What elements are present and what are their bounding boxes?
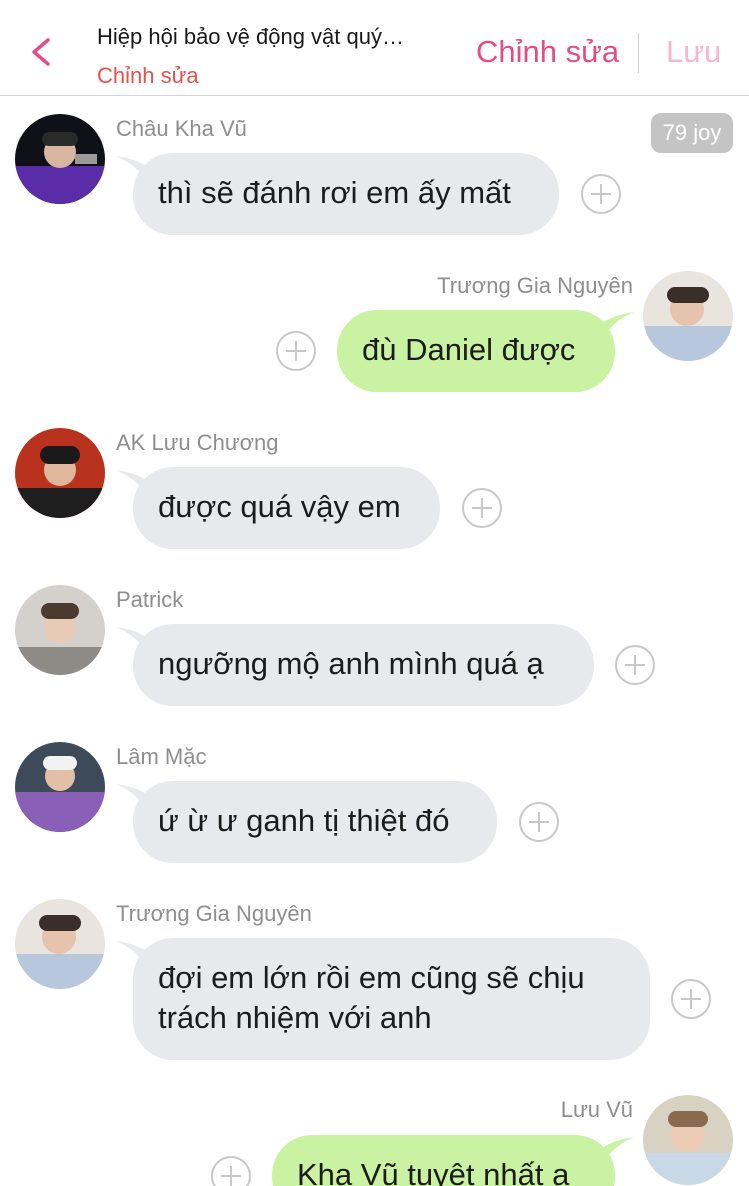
sender-name: Patrick bbox=[116, 587, 184, 612]
sender-name: Lưu Vũ bbox=[560, 1097, 633, 1122]
message-bubble[interactable]: đù Daniel được bbox=[337, 310, 615, 392]
sender-name: Châu Kha Vũ bbox=[116, 116, 247, 141]
reaction-badge[interactable]: 79 joy bbox=[651, 113, 733, 153]
message-bubble[interactable]: ứ ừ ư ganh tị thiệt đó bbox=[133, 781, 497, 863]
chat-subtitle[interactable]: Chỉnh sửa bbox=[97, 63, 199, 89]
avatar[interactable] bbox=[15, 114, 105, 204]
edit-button[interactable]: Chỉnh sửa bbox=[476, 34, 619, 70]
header-divider bbox=[638, 33, 639, 73]
avatar[interactable] bbox=[643, 271, 733, 361]
chat-area[interactable]: Châu Kha Vũ 79 joy thì sẽ đánh rơi em ấy… bbox=[0, 97, 749, 1186]
sender-name: AK Lưu Chương bbox=[116, 430, 279, 455]
save-button[interactable]: Lưu bbox=[666, 34, 721, 70]
avatar[interactable] bbox=[15, 899, 105, 989]
add-reaction-icon[interactable] bbox=[275, 330, 317, 372]
add-reaction-icon[interactable] bbox=[518, 801, 560, 843]
add-reaction-icon[interactable] bbox=[461, 487, 503, 529]
avatar[interactable] bbox=[15, 428, 105, 518]
add-reaction-icon[interactable] bbox=[210, 1155, 252, 1186]
add-reaction-icon[interactable] bbox=[670, 978, 712, 1020]
chat-header: Hiệp hội bảo vệ động vật quý… Chỉnh sửa … bbox=[0, 0, 749, 96]
message-bubble[interactable]: đợi em lớn rồi em cũng sẽ chịu trách nhi… bbox=[133, 938, 650, 1060]
add-reaction-icon[interactable] bbox=[580, 173, 622, 215]
message-line: trách nhiệm với anh bbox=[158, 1000, 432, 1035]
message-bubble[interactable]: ngưỡng mộ anh mình quá ạ bbox=[133, 624, 594, 706]
sender-name: Trương Gia Nguyên bbox=[437, 273, 633, 298]
avatar[interactable] bbox=[15, 742, 105, 832]
sender-name: Trương Gia Nguyên bbox=[116, 901, 312, 926]
message-bubble[interactable]: Kha Vũ tuyệt nhất ạ bbox=[272, 1135, 615, 1186]
sender-name: Lâm Mặc bbox=[116, 744, 207, 769]
message-line: đợi em lớn rồi em cũng sẽ chịu bbox=[158, 960, 585, 995]
message-bubble[interactable]: được quá vậy em bbox=[133, 467, 440, 549]
add-reaction-icon[interactable] bbox=[614, 644, 656, 686]
avatar[interactable] bbox=[643, 1095, 733, 1185]
message-bubble[interactable]: thì sẽ đánh rơi em ấy mất bbox=[133, 153, 559, 235]
chat-title: Hiệp hội bảo vệ động vật quý… bbox=[97, 24, 404, 49]
back-chevron-icon[interactable] bbox=[26, 36, 58, 68]
avatar[interactable] bbox=[15, 585, 105, 675]
